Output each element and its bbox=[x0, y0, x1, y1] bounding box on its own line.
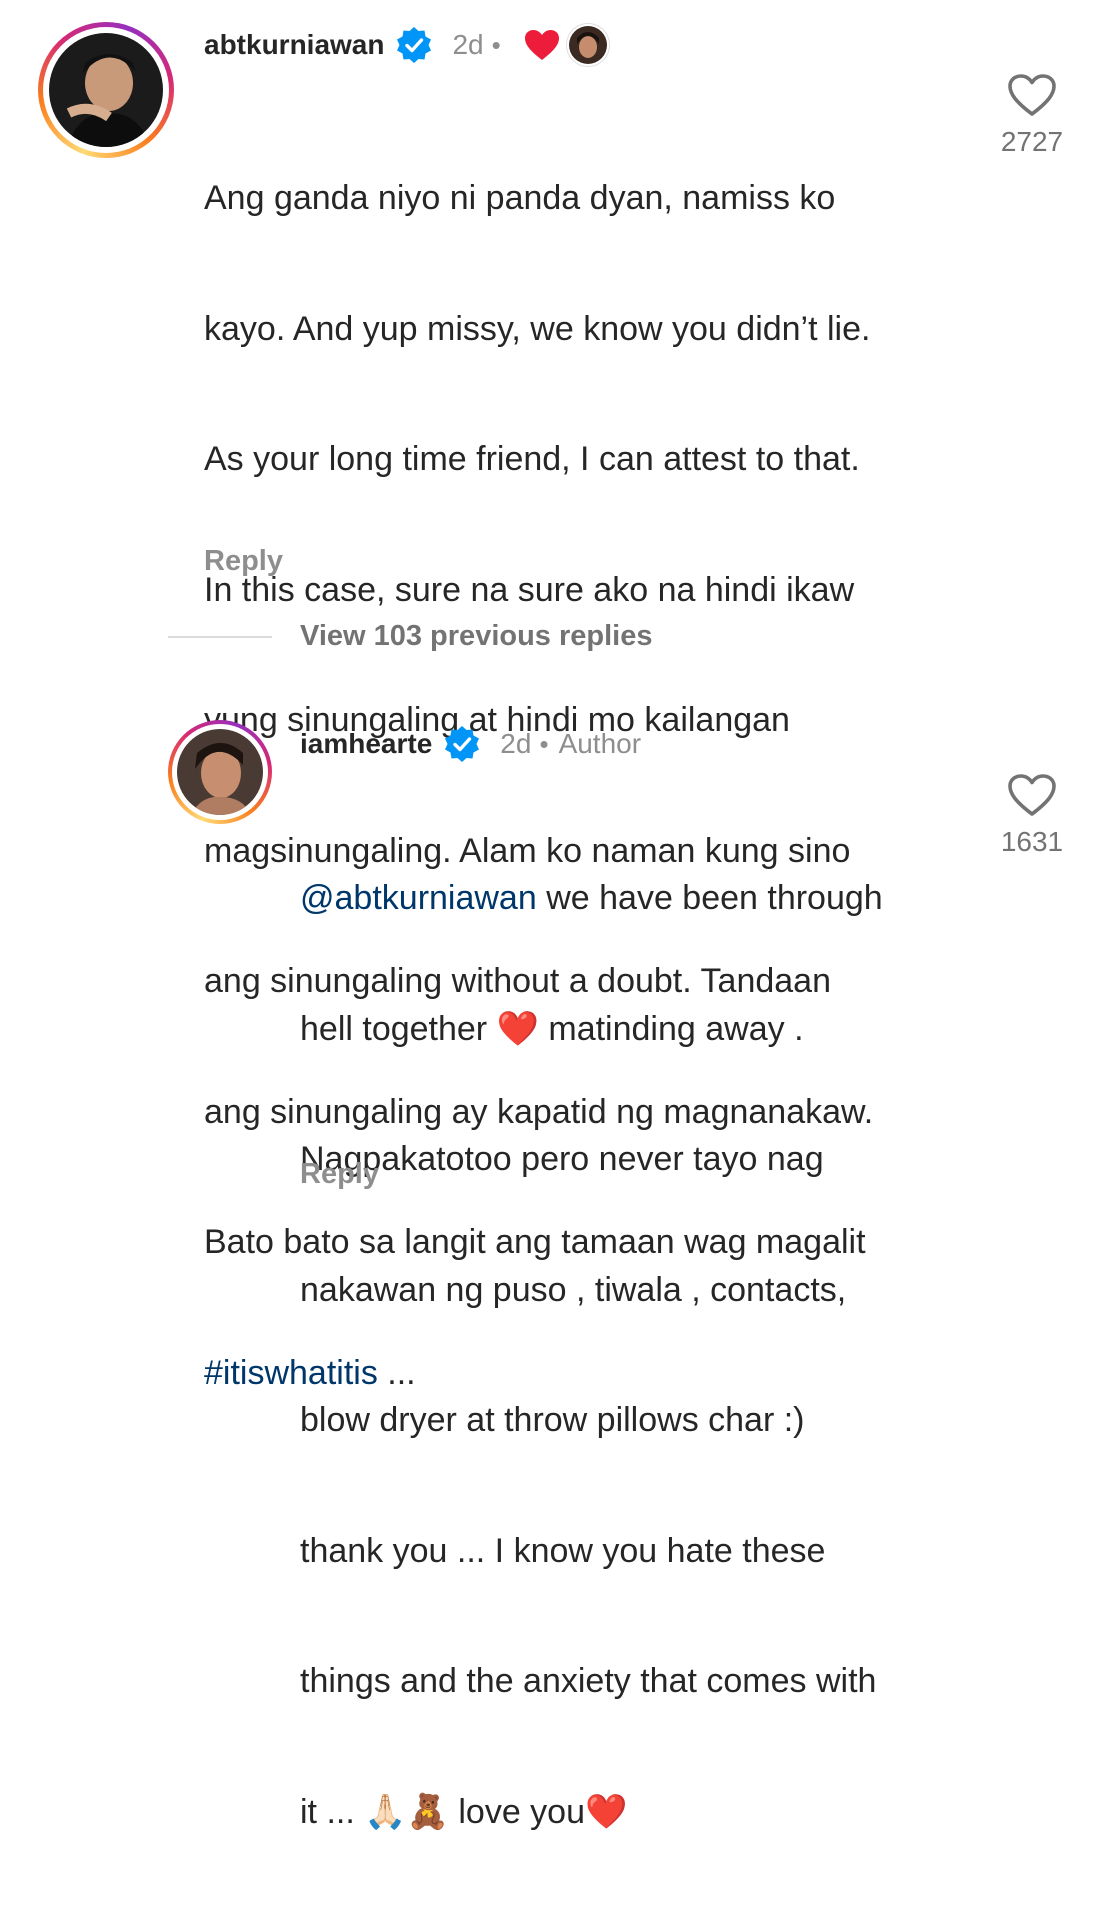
avatar-iamhearte[interactable] bbox=[168, 720, 272, 824]
comment-line: things and the anxiety that comes with bbox=[300, 1662, 877, 1700]
username[interactable]: iamhearte bbox=[300, 728, 432, 760]
comment-line: In this case, sure na sure ako na hindi … bbox=[204, 570, 855, 609]
like-column: 1631 bbox=[972, 772, 1092, 858]
comment-line: hell together ❤️ matinding away . bbox=[300, 1009, 804, 1048]
comment-line: Ang ganda niyo ni panda dyan, namiss ko bbox=[204, 179, 836, 217]
avatar-photo bbox=[49, 33, 163, 147]
author-badge: Author bbox=[558, 728, 642, 759]
like-column: 2727 bbox=[972, 72, 1092, 158]
replies-divider-line bbox=[168, 635, 272, 638]
avatar-abtkurniawan[interactable] bbox=[38, 22, 174, 158]
comment-line: As your long time friend, I can attest t… bbox=[204, 440, 860, 478]
separator-dot: • bbox=[491, 29, 501, 60]
view-previous-replies[interactable]: View 103 previous replies bbox=[168, 620, 653, 653]
heart-outline-icon[interactable] bbox=[1006, 772, 1058, 818]
view-replies-label[interactable]: View 103 previous replies bbox=[300, 620, 653, 653]
username[interactable]: abtkurniawan bbox=[204, 29, 384, 61]
praying-hands-emoji: 🙏🏻 bbox=[364, 1792, 407, 1831]
comment-line: @abtkurniawan we have been through bbox=[300, 879, 883, 917]
comment-line: Nagpakatotoo pero never tayo nag bbox=[300, 1140, 824, 1178]
comment-line: kayo. And yup missy, we know you didn’t … bbox=[204, 309, 871, 348]
red-heart-emoji: ❤️ bbox=[585, 1792, 628, 1831]
like-count: 2727 bbox=[1000, 126, 1064, 157]
reply-button[interactable]: Reply bbox=[204, 545, 283, 578]
comment-line: nakawan ng puso , tiwala , contacts, bbox=[300, 1270, 847, 1309]
mention-link[interactable]: @abtkurniawan bbox=[300, 879, 537, 917]
like-count: 1631 bbox=[1000, 826, 1064, 857]
comment-meta: abtkurniawan 2d • bbox=[204, 24, 609, 66]
comment-line: thank you ... I know you hate these bbox=[300, 1531, 826, 1570]
comment-text: @abtkurniawan we have been through hell … bbox=[300, 790, 980, 1921]
separator-dot: • bbox=[539, 728, 549, 759]
comment-meta: iamhearte 2d • Author bbox=[300, 724, 641, 764]
timestamp: 2d bbox=[452, 29, 484, 60]
teddy-bear-emoji: 🧸 bbox=[406, 1792, 449, 1831]
verified-badge-icon bbox=[445, 726, 480, 762]
verified-badge-icon bbox=[397, 27, 432, 63]
author-mini-avatar bbox=[566, 24, 609, 66]
comment-line: blow dryer at throw pillows char :) bbox=[300, 1401, 805, 1439]
heart-outline-icon[interactable] bbox=[1006, 72, 1058, 118]
timestamp: 2d bbox=[500, 728, 532, 759]
red-heart-emoji: ❤️ bbox=[496, 1009, 539, 1048]
comment-line: it ... 🙏🏻🧸 love you❤️ bbox=[300, 1792, 628, 1831]
reply-button[interactable]: Reply bbox=[300, 1158, 379, 1191]
liked-by-author-heart-icon bbox=[524, 30, 559, 60]
avatar-photo bbox=[177, 729, 263, 815]
